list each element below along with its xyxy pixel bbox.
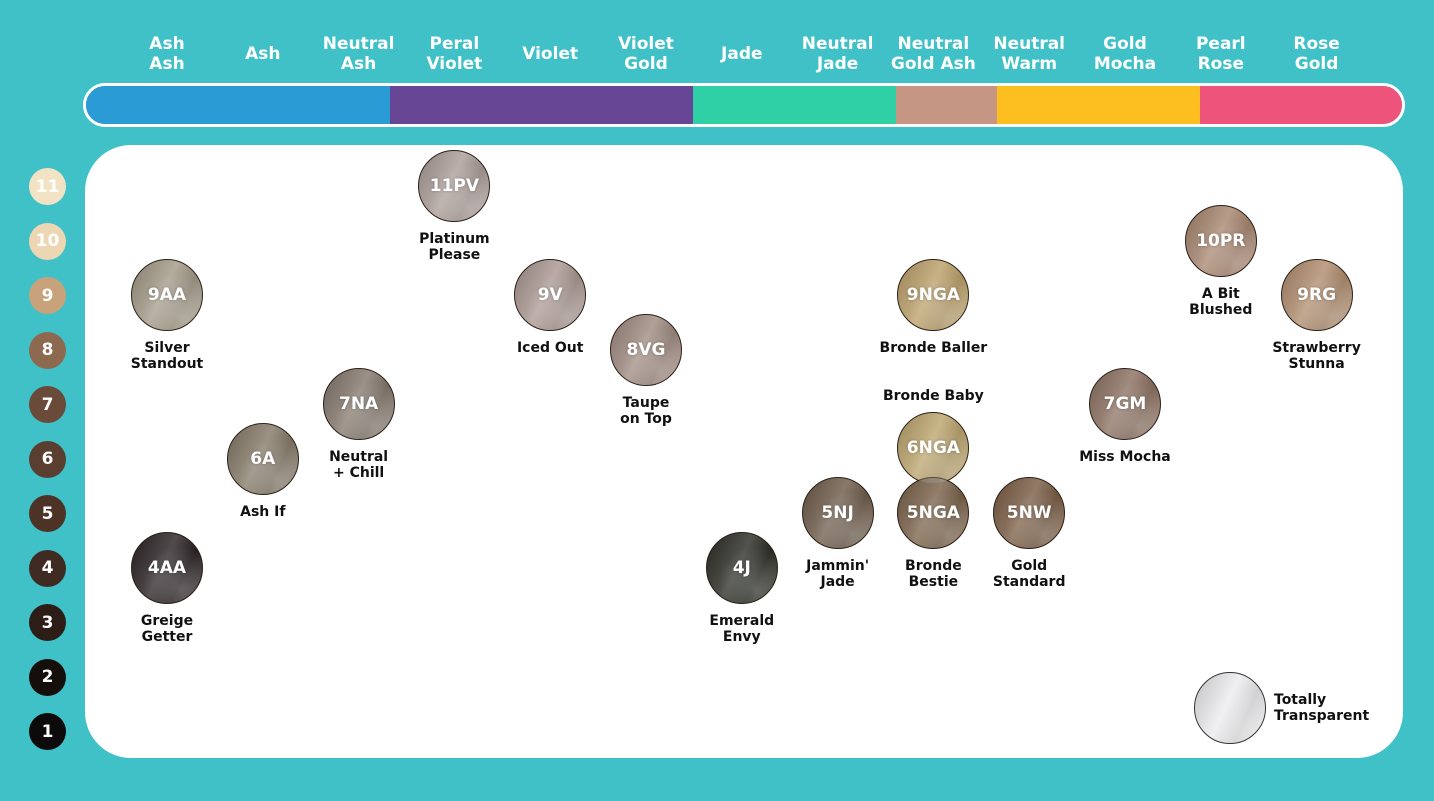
shade-code: 6A — [250, 448, 276, 469]
shade-code: 9RG — [1297, 285, 1337, 305]
shade-swatch[interactable]: 5NW — [993, 477, 1066, 549]
tone-column-label: Jade — [721, 44, 763, 64]
shade-code: 4J — [732, 557, 751, 578]
level-badge: 8 — [29, 331, 66, 369]
shade-name: Strawberry Stunna — [1272, 340, 1361, 372]
shade-swatch[interactable]: 9AA — [131, 259, 203, 331]
shade-swatch[interactable]: 9RG — [1280, 259, 1353, 331]
tone-column-label: Violet — [522, 44, 579, 64]
shade-name: A Bit Blushed — [1189, 285, 1253, 318]
level-badge: 6 — [29, 440, 66, 478]
shade-swatch[interactable]: 7GM — [1089, 368, 1161, 440]
shade-name: Gold Standard — [992, 558, 1066, 590]
shade-swatch[interactable]: 6NGA — [897, 411, 970, 484]
level-badge: 5 — [29, 495, 66, 532]
level-badge: 3 — [29, 604, 66, 641]
shade-swatch[interactable]: 8VG — [610, 313, 682, 386]
tone-bar-segment — [1199, 86, 1402, 124]
shade-code: 5NJ — [821, 503, 854, 523]
shade-code: 9NGA — [906, 285, 960, 305]
shade-name: Taupe on Top — [620, 394, 672, 427]
shade-code: 5NW — [1006, 503, 1052, 523]
shade-name: Bronde Baller — [879, 340, 988, 356]
level-badge: 10 — [29, 222, 66, 260]
shade-code: 7GM — [1103, 394, 1147, 414]
tone-column-label: Pearl Rose — [1195, 34, 1246, 74]
shade-swatch[interactable]: 5NJ — [801, 477, 874, 549]
transparent-label: Totally Transparent — [1274, 692, 1370, 724]
tone-column-label: Ash — [245, 44, 281, 64]
shade-swatch[interactable]: 6A — [226, 422, 299, 495]
shade-code: 6NGA — [906, 437, 960, 458]
level-badge: 2 — [29, 658, 66, 696]
tone-bar-segment — [895, 86, 998, 124]
level-badge: 9 — [29, 277, 66, 314]
shade-code: 7NA — [338, 394, 379, 414]
tone-bar-segment — [693, 86, 896, 124]
transparent-swatch[interactable] — [1194, 672, 1266, 744]
shade-code: 5NGA — [906, 503, 960, 523]
tone-column-label: Neutral Warm — [993, 34, 1066, 74]
level-badge: 4 — [29, 549, 66, 587]
shade-code: 10PR — [1196, 230, 1246, 251]
tone-family-bar — [83, 83, 1405, 127]
tone-column-label: Peral Violet — [426, 34, 483, 74]
shade-code: 11PV — [429, 176, 480, 196]
shade-code: 8VG — [626, 339, 666, 360]
shade-swatch[interactable]: 10PR — [1184, 204, 1257, 277]
tone-column-label: Violet Gold — [618, 34, 674, 74]
shade-name: Miss Mocha — [1079, 449, 1171, 465]
tone-column-label: Gold Mocha — [1093, 34, 1157, 74]
shade-name: Iced Out — [516, 340, 584, 356]
tone-bar-segment — [389, 86, 694, 124]
tone-bar-segment — [86, 86, 390, 124]
shade-swatch[interactable]: 9NGA — [897, 259, 970, 331]
shade-name: Neutral + Chill — [329, 449, 389, 481]
shade-code: 4AA — [147, 557, 187, 578]
shade-name: Silver Standout — [130, 340, 204, 372]
shade-swatch[interactable]: 7NA — [322, 368, 395, 440]
tone-column-label: Neutral Ash — [322, 34, 395, 74]
shade-name: Bronde Baby — [882, 387, 984, 404]
shade-swatch[interactable]: 5NGA — [897, 477, 970, 549]
level-badge: 1 — [29, 713, 66, 750]
level-badge: 7 — [29, 386, 66, 423]
level-badge: 11 — [29, 168, 66, 205]
shade-name: Emerald Envy — [709, 612, 775, 645]
shade-code: 9V — [537, 285, 563, 305]
shade-name: Platinum Please — [419, 231, 490, 263]
tone-column-label: Neutral Gold Ash — [890, 34, 976, 74]
shade-swatch[interactable]: 9V — [514, 259, 587, 331]
tone-bar-segment — [997, 86, 1200, 124]
shade-name: Greige Getter — [140, 612, 194, 645]
shade-name: Ash If — [240, 503, 286, 520]
tone-column-label: Rose Gold — [1293, 34, 1340, 74]
shade-code: 9AA — [147, 285, 187, 305]
tone-column-label: Ash Ash — [149, 34, 185, 74]
shade-swatch[interactable]: 4J — [705, 531, 778, 604]
shade-swatch[interactable]: 11PV — [418, 150, 491, 222]
tone-column-label: Neutral Jade — [801, 34, 874, 74]
shade-swatch[interactable]: 4AA — [131, 531, 203, 604]
